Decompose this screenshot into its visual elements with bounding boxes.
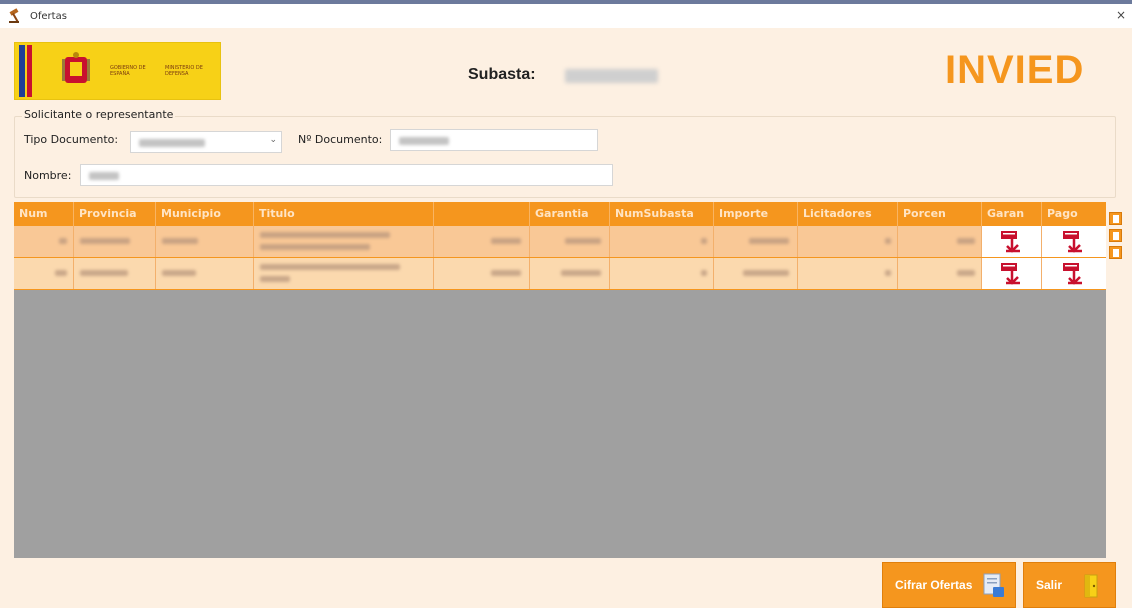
col-numsubasta[interactable]: NumSubasta [610, 202, 714, 226]
col-garan[interactable]: Garan [982, 202, 1042, 226]
exit-door-icon [1084, 574, 1098, 598]
subasta-value-redacted [565, 69, 658, 83]
col-municipio[interactable]: Municipio [156, 202, 254, 226]
pago-pdf-button[interactable] [1042, 226, 1106, 257]
grid-side-toolbar [1109, 212, 1123, 263]
gobierno-logo: GOBIERNO DE ESPAÑA MINISTERIO DE DEFENSA [14, 42, 221, 100]
invied-brand: INVIED [945, 48, 1085, 92]
cifrar-ofertas-button[interactable]: Cifrar Ofertas [882, 562, 1016, 608]
ofertas-window: Ofertas × GOBIERNO DE ESPAÑA MINISTERIO … [0, 0, 1132, 608]
cifrar-ofertas-label: Cifrar Ofertas [895, 578, 973, 592]
tipo-documento-label: Tipo Documento: [24, 133, 119, 146]
col-pago[interactable]: Pago [1042, 202, 1106, 226]
document-icon[interactable] [1109, 229, 1122, 242]
salir-label: Salir [1036, 578, 1063, 592]
close-icon[interactable]: × [1114, 7, 1128, 23]
encrypt-document-icon [983, 573, 1004, 597]
pdf-icon [1063, 262, 1082, 285]
logo-gobierno-text: GOBIERNO DE ESPAÑA [110, 65, 146, 77]
document-icon[interactable] [1109, 212, 1122, 225]
col-garantia[interactable]: Garantia [530, 202, 610, 226]
col-porcen[interactable]: Porcen [898, 202, 982, 226]
col-redacted[interactable] [434, 202, 530, 226]
chevron-down-icon[interactable]: ⌄ [269, 135, 277, 145]
gavel-app-icon [8, 8, 24, 24]
col-importe[interactable]: Importe [714, 202, 798, 226]
tipo-documento-value-redacted [139, 139, 205, 147]
coat-of-arms-icon [62, 52, 90, 83]
table-row[interactable] [14, 226, 1106, 258]
num-documento-value-redacted [399, 137, 449, 145]
nombre-value-redacted [89, 172, 119, 180]
document-icon[interactable] [1109, 246, 1122, 259]
num-documento-label: Nº Documento: [298, 133, 383, 146]
col-num[interactable]: Num [14, 202, 74, 226]
window-title: Ofertas [30, 10, 67, 22]
table-row[interactable] [14, 258, 1106, 290]
col-titulo[interactable]: Titulo [254, 202, 434, 226]
garan-pdf-button[interactable] [982, 258, 1042, 289]
tipo-documento-select[interactable]: ⌄ [130, 131, 282, 153]
col-provincia[interactable]: Provincia [74, 202, 156, 226]
solicitante-legend: Solicitante o representante [22, 108, 176, 121]
nombre-field[interactable] [80, 164, 613, 186]
pago-pdf-button[interactable] [1042, 258, 1106, 289]
title-bar: Ofertas × [0, 4, 1132, 28]
salir-button[interactable]: Salir [1023, 562, 1116, 608]
num-documento-field[interactable] [390, 129, 598, 151]
garan-pdf-button[interactable] [982, 226, 1042, 257]
pdf-icon [1000, 230, 1020, 253]
pdf-icon [1063, 230, 1082, 253]
nombre-label: Nombre: [24, 169, 72, 182]
logo-ministerio-text: MINISTERIO DE DEFENSA [165, 65, 203, 77]
pdf-icon [1000, 262, 1020, 285]
subasta-label: Subasta: [468, 66, 536, 83]
col-licitadores[interactable]: Licitadores [798, 202, 898, 226]
ofertas-grid[interactable]: Num Provincia Municipio Titulo Garantia … [14, 202, 1106, 558]
grid-header: Num Provincia Municipio Titulo Garantia … [14, 202, 1106, 226]
